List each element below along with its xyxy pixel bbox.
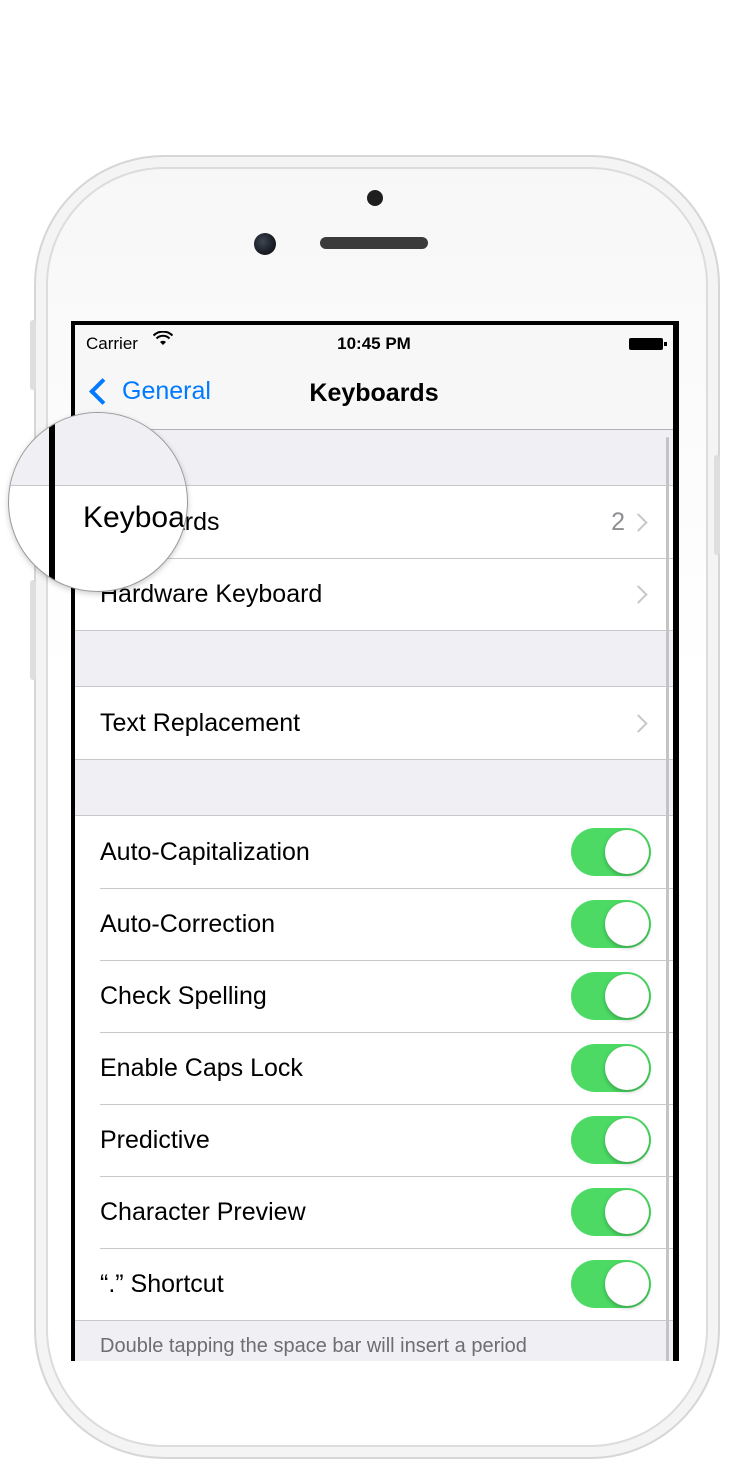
section-spacer <box>75 760 673 816</box>
row-label: Enable Caps Lock <box>100 1053 303 1082</box>
row-label: Character Preview <box>100 1197 306 1226</box>
enable-caps-lock-row: Enable Caps Lock <box>75 1032 673 1104</box>
front-camera <box>254 233 276 255</box>
text-replacement-section: Text Replacement <box>75 687 673 760</box>
character-preview-toggle[interactable] <box>571 1188 651 1236</box>
check-spelling-row: Check Spelling <box>75 960 673 1032</box>
section-spacer <box>75 631 673 687</box>
hardware-keyboard-row[interactable]: Hardware Keyboard <box>75 558 673 630</box>
predictive-toggle[interactable] <box>571 1116 651 1164</box>
auto-correction-row: Auto-Correction <box>75 888 673 960</box>
check-spelling-toggle[interactable] <box>571 972 651 1020</box>
predictive-row: Predictive <box>75 1104 673 1176</box>
proximity-sensor <box>367 190 383 206</box>
volume-button <box>30 320 36 390</box>
power-button <box>714 455 720 555</box>
auto-capitalization-toggle[interactable] <box>571 828 651 876</box>
earpiece-speaker <box>320 237 428 249</box>
chevron-right-icon <box>629 584 648 604</box>
typing-options-section: Auto-Capitalization Auto-Correction Chec… <box>75 816 673 1321</box>
loupe-screen-edge <box>49 413 55 591</box>
toggle-knob <box>605 1262 649 1306</box>
toggle-knob <box>605 902 649 946</box>
row-label: Text Replacement <box>100 708 301 737</box>
row-label: Auto-Capitalization <box>100 837 310 866</box>
toggle-knob <box>605 1118 649 1162</box>
toggle-knob <box>605 974 649 1018</box>
period-shortcut-row: “.” Shortcut <box>75 1248 673 1320</box>
toggle-knob <box>605 1190 649 1234</box>
battery-icon <box>629 338 667 350</box>
scrollbar[interactable] <box>666 437 669 1361</box>
loupe-section-spacer <box>9 413 187 486</box>
row-label: Predictive <box>100 1125 210 1154</box>
auto-capitalization-row: Auto-Capitalization <box>75 816 673 888</box>
chevron-right-icon <box>629 713 648 733</box>
clock: 10:45 PM <box>337 334 411 353</box>
row-label: “.” Shortcut <box>100 1269 224 1298</box>
toggle-knob <box>605 1046 649 1090</box>
magnified-text: Keyboa <box>83 501 185 534</box>
character-preview-row: Character Preview <box>75 1176 673 1248</box>
period-shortcut-toggle[interactable] <box>571 1260 651 1308</box>
section-footer: Double tapping the space bar will insert… <box>100 1335 527 1357</box>
keyboard-count: 2 <box>611 507 625 536</box>
auto-correction-toggle[interactable] <box>571 900 651 948</box>
row-label: Check Spelling <box>100 981 267 1010</box>
status-bar: Carrier 10:45 PM <box>75 325 673 365</box>
enable-caps-lock-toggle[interactable] <box>571 1044 651 1092</box>
text-replacement-row[interactable]: Text Replacement <box>75 687 673 759</box>
page-title: Keyboards <box>309 379 439 407</box>
chevron-right-icon <box>629 512 648 532</box>
magnifier-loupe: Keyboa <box>8 412 188 592</box>
settings-list: Keyboards 2 Hardware Keyboard Text Repla… <box>75 430 673 1361</box>
toggle-knob <box>605 830 649 874</box>
volume-button <box>30 580 36 680</box>
row-label: Auto-Correction <box>100 909 276 938</box>
